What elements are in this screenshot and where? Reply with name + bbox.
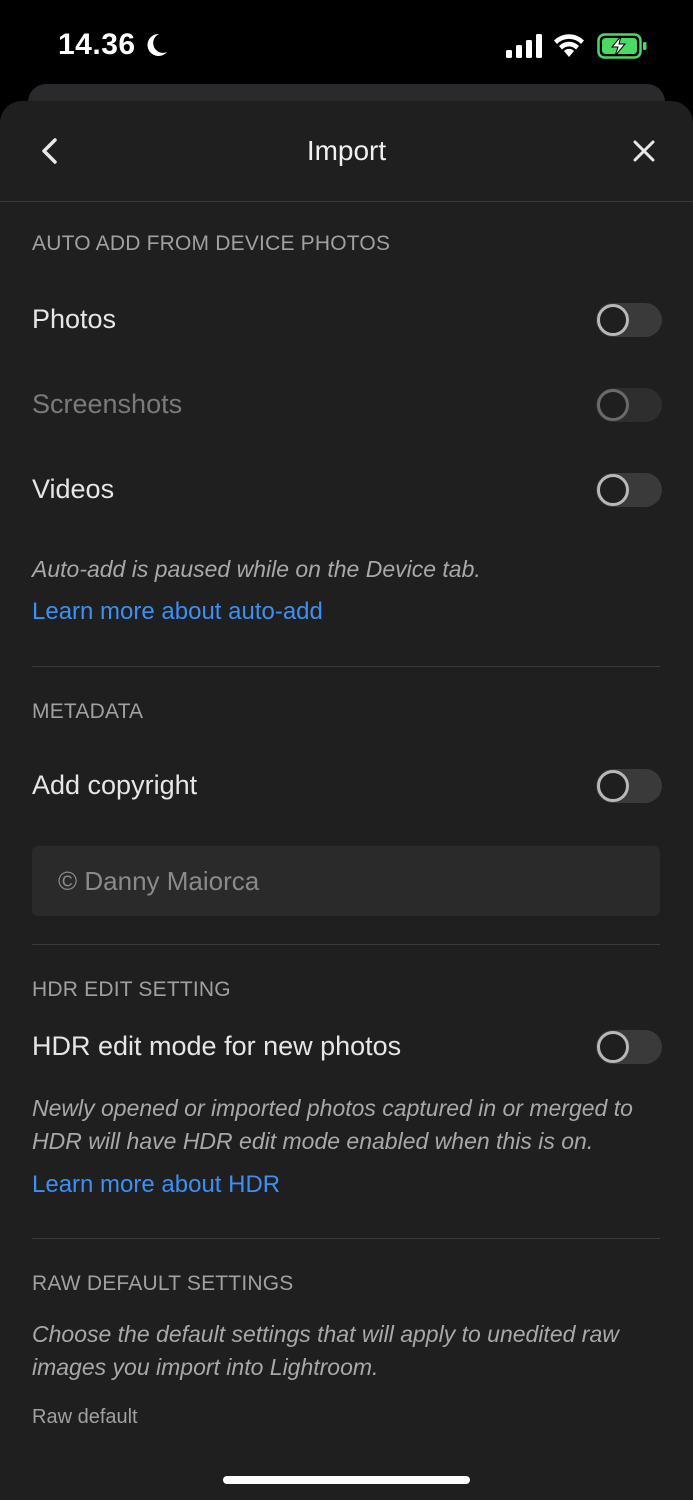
section-heading-metadata: METADATA [32,700,144,723]
section-heading-hdr: HDR EDIT SETTING [32,978,231,1001]
divider [32,1238,660,1239]
toggle-knob [597,304,629,336]
divider [32,944,660,945]
close-icon[interactable] [628,135,660,167]
sheet-header: Import [0,101,693,202]
toggle-knob [597,1031,629,1063]
hdr-note: Newly opened or imported photos captured… [32,1095,633,1154]
import-settings-sheet: Import AUTO ADD FROM DEVICE PHOTOS Photo… [0,101,693,1500]
section-heading-auto-add: AUTO ADD FROM DEVICE PHOTOS [32,232,391,255]
photos-label: Photos [32,304,117,334]
auto-add-note: Auto-add is paused while on the Device t… [32,556,481,582]
page-title: Import [306,135,387,166]
battery-charging-icon [597,33,647,59]
videos-toggle[interactable] [596,473,662,507]
screenshots-toggle[interactable] [596,388,662,422]
home-indicator[interactable] [223,1476,470,1484]
hdr-mode-toggle[interactable] [596,1030,662,1064]
toggle-knob [597,389,629,421]
moon-icon [147,33,167,56]
raw-default-label[interactable]: Raw default [32,1406,138,1429]
cellular-signal-icon [506,34,542,58]
photos-toggle[interactable] [596,303,662,337]
screenshots-label: Screenshots [32,389,183,419]
learn-more-hdr-link[interactable]: Learn more about HDR [32,1171,280,1199]
wifi-icon [554,34,584,57]
divider [32,666,660,667]
toggle-knob [597,770,629,802]
learn-more-auto-add-link[interactable]: Learn more about auto-add [32,598,323,626]
status-bar: 14.36 [0,0,693,90]
add-copyright-toggle[interactable] [596,769,662,803]
toggle-knob [597,474,629,506]
add-copyright-label: Add copyright [32,770,198,800]
hdr-mode-label: HDR edit mode for new photos [32,1031,402,1061]
videos-label: Videos [32,474,115,504]
copyright-input[interactable] [32,846,660,916]
section-heading-raw: RAW DEFAULT SETTINGS [32,1272,294,1295]
raw-note: Choose the default settings that will ap… [32,1321,619,1380]
status-time: 14.36 [58,28,136,61]
